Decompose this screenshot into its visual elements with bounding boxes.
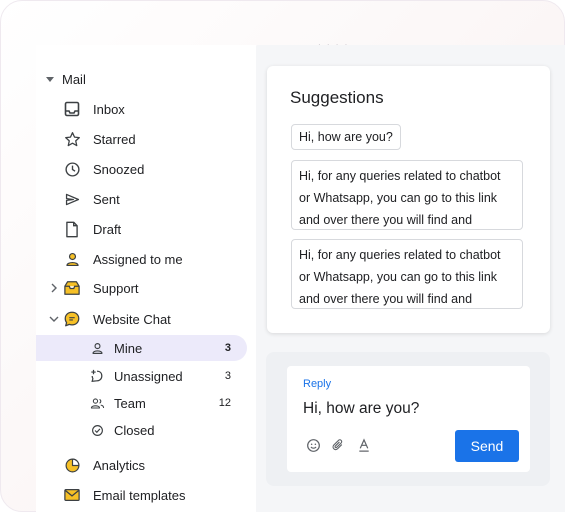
pie-chart-icon (62, 455, 82, 475)
mail-section-label: Mail (62, 71, 86, 87)
star-icon (62, 129, 82, 149)
sidebar-item-label: Draft (93, 221, 122, 237)
count-badge: 3 (224, 370, 231, 382)
suggestions-title: Suggestions (290, 88, 384, 107)
sidebar-item-analytics[interactable]: Analytics (36, 450, 246, 480)
sidebar-item-sent[interactable]: Sent (36, 184, 246, 214)
attachment-icon[interactable] (329, 436, 347, 454)
sidebar-item-inbox[interactable]: Inbox (36, 94, 246, 124)
subitem-team[interactable]: Team 12 (36, 390, 247, 416)
suggestion-chip[interactable]: Hi, how are you? (291, 124, 401, 150)
sidebar-item-starred[interactable]: Starred (36, 124, 246, 154)
unassigned-icon (88, 367, 106, 385)
person-icon (62, 249, 82, 269)
sidebar-item-label: Email templates (93, 487, 186, 503)
emoji-icon[interactable] (304, 436, 322, 454)
inbox-icon (62, 99, 82, 119)
sidebar: Mail Inbox Starred Snoozed Sent Draft As… (36, 45, 256, 512)
chat-icon (62, 309, 82, 329)
sidebar-item-assigned-to-me[interactable]: Assigned to me (36, 244, 246, 274)
sidebar-item-label: Support (93, 280, 139, 296)
count-badge: 12 (218, 397, 231, 409)
suggestions-card: Suggestions Hi, how are you? Hi, for any… (267, 66, 550, 333)
sidebar-item-draft[interactable]: Draft (36, 214, 246, 244)
team-icon (88, 394, 106, 412)
sidebar-item-snoozed[interactable]: Snoozed (36, 154, 246, 184)
send-icon (62, 189, 82, 209)
subitem-label: Unassigned (114, 368, 183, 384)
sidebar-item-label: Snoozed (93, 161, 145, 177)
sidebar-item-email-templates[interactable]: Email templates (36, 480, 246, 510)
subitem-label: Team (114, 395, 146, 411)
send-button[interactable]: Send (455, 430, 519, 462)
text-format-icon[interactable] (355, 436, 373, 454)
chevron-down-icon[interactable] (48, 313, 60, 325)
subitem-mine[interactable]: Mine 3 (36, 335, 247, 361)
count-badge: 3 (224, 342, 231, 354)
subitem-label: Mine (114, 340, 143, 356)
suggestion-chip[interactable]: Hi, for any queries related to chatbot o… (291, 160, 523, 230)
sidebar-item-label: Starred (93, 131, 136, 147)
decorative-dots: · · · · (318, 40, 350, 49)
chevron-right-icon[interactable] (48, 282, 60, 294)
reply-label: Reply (303, 378, 332, 390)
sidebar-item-label: Analytics (93, 457, 146, 473)
draft-icon (62, 219, 82, 239)
support-inbox-icon (62, 278, 82, 298)
person-outline-icon (88, 339, 106, 357)
sidebar-item-support[interactable]: Support (36, 273, 246, 303)
check-circle-icon (88, 421, 106, 439)
sidebar-item-website-chat[interactable]: Website Chat (36, 304, 246, 334)
sidebar-item-label: Sent (93, 191, 120, 207)
subitem-closed[interactable]: Closed (36, 417, 247, 443)
sidebar-item-label: Inbox (93, 101, 125, 117)
mail-section-toggle[interactable]: Mail (46, 69, 86, 89)
sidebar-item-label: Assigned to me (93, 251, 183, 267)
reply-input[interactable]: Hi, how are you? (303, 400, 419, 418)
subitem-label: Closed (114, 422, 155, 438)
sidebar-item-label: Website Chat (93, 311, 171, 327)
suggestion-chip[interactable]: Hi, for any queries related to chatbot o… (291, 239, 523, 309)
subitem-unassigned[interactable]: Unassigned 3 (36, 363, 247, 389)
caret-down-icon (46, 76, 54, 82)
clock-icon (62, 159, 82, 179)
template-icon (62, 485, 82, 505)
reply-composer: Reply Hi, how are you? Send (287, 366, 530, 472)
